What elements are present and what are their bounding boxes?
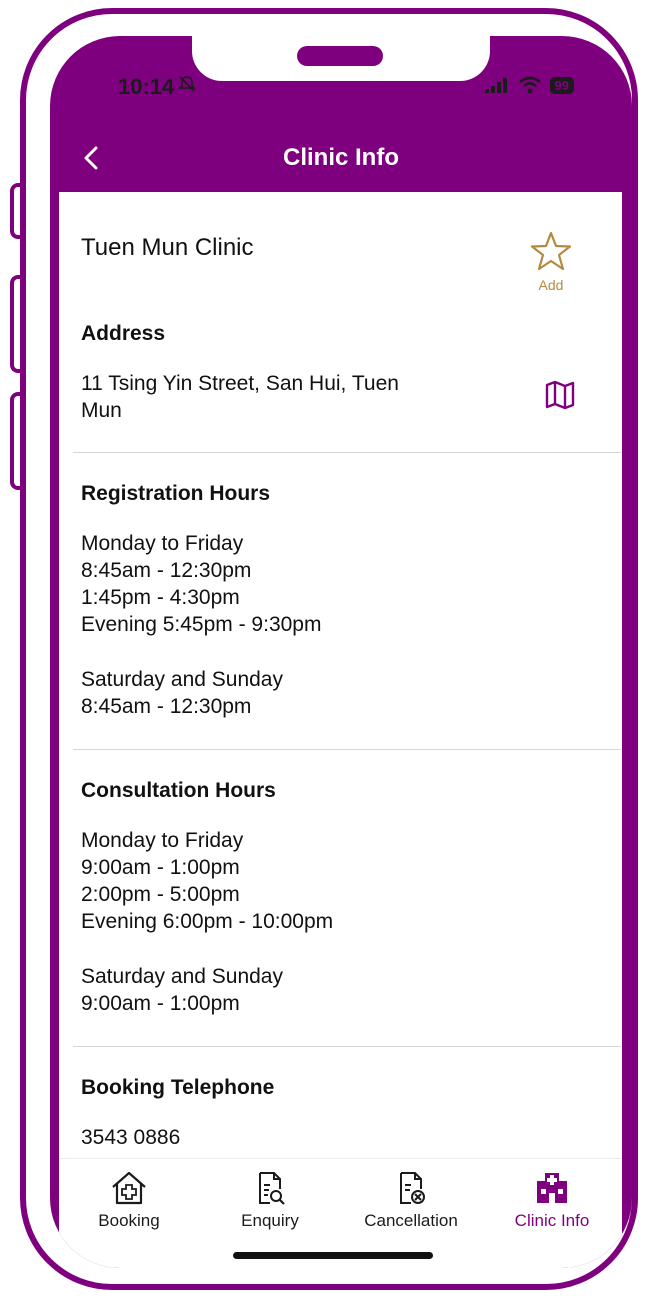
divider	[73, 1046, 621, 1047]
divider	[73, 452, 621, 453]
clinic-name: Tuen Mun Clinic	[81, 234, 254, 261]
tab-clinic-info[interactable]: Clinic Info	[482, 1169, 622, 1231]
tab-cancellation[interactable]: Cancellation	[341, 1169, 481, 1231]
tab-label: Clinic Info	[514, 1211, 590, 1230]
document-search-icon	[259, 1172, 285, 1205]
consultation-weekend-hours: Saturday and Sunday 9:00am - 1:00pm	[81, 965, 283, 1015]
camera-pill	[297, 46, 383, 66]
registration-weekday-hours: Monday to Friday 8:45am - 12:30pm 1:45pm…	[81, 532, 322, 636]
document-cancel-icon	[400, 1172, 425, 1204]
tab-booking[interactable]: Booking	[59, 1169, 199, 1231]
tab-label: Cancellation	[364, 1211, 458, 1230]
booking-telephone-number[interactable]: 3543 0886	[81, 1124, 180, 1151]
wifi-icon	[518, 76, 541, 94]
booking-telephone-heading: Booking Telephone	[81, 1076, 275, 1099]
add-favorite-button[interactable]: Add	[529, 230, 573, 293]
star-icon	[530, 231, 572, 271]
battery-icon: 99	[549, 76, 574, 94]
address-text: 11 Tsing Yin Street, San Hui, Tuen Mun	[81, 372, 399, 422]
signal-icon	[484, 78, 507, 93]
consultation-hours-heading: Consultation Hours	[81, 779, 276, 802]
home-indicator[interactable]	[233, 1252, 433, 1259]
tab-label: Enquiry	[241, 1211, 299, 1230]
clinic-info-content[interactable]: Tuen Mun Clinic Add Address 11 Tsing Yin…	[59, 192, 622, 1158]
hospital-icon	[537, 1173, 567, 1203]
map-icon	[545, 380, 575, 410]
silent-bell-icon	[178, 76, 196, 95]
home-plus-icon	[112, 1171, 146, 1205]
notch	[192, 36, 490, 81]
favorite-label: Add	[538, 277, 564, 293]
registration-hours-heading: Registration Hours	[81, 482, 271, 505]
phone-screen: 10:14 99 Clinic Info Tuen Mun Clinic Add…	[50, 36, 632, 1268]
tab-label: Booking	[98, 1211, 160, 1230]
status-icons: 99	[484, 76, 574, 94]
status-time: 10:14	[118, 74, 175, 99]
registration-weekend-hours: Saturday and Sunday 8:45am - 12:30pm	[81, 668, 283, 718]
address-heading: Address	[81, 322, 166, 345]
page-title: Clinic Info	[283, 144, 399, 171]
divider	[73, 749, 621, 750]
tab-enquiry[interactable]: Enquiry	[200, 1169, 340, 1231]
map-button[interactable]	[543, 380, 577, 410]
consultation-weekday-hours: Monday to Friday 9:00am - 1:00pm 2:00pm …	[81, 829, 334, 933]
